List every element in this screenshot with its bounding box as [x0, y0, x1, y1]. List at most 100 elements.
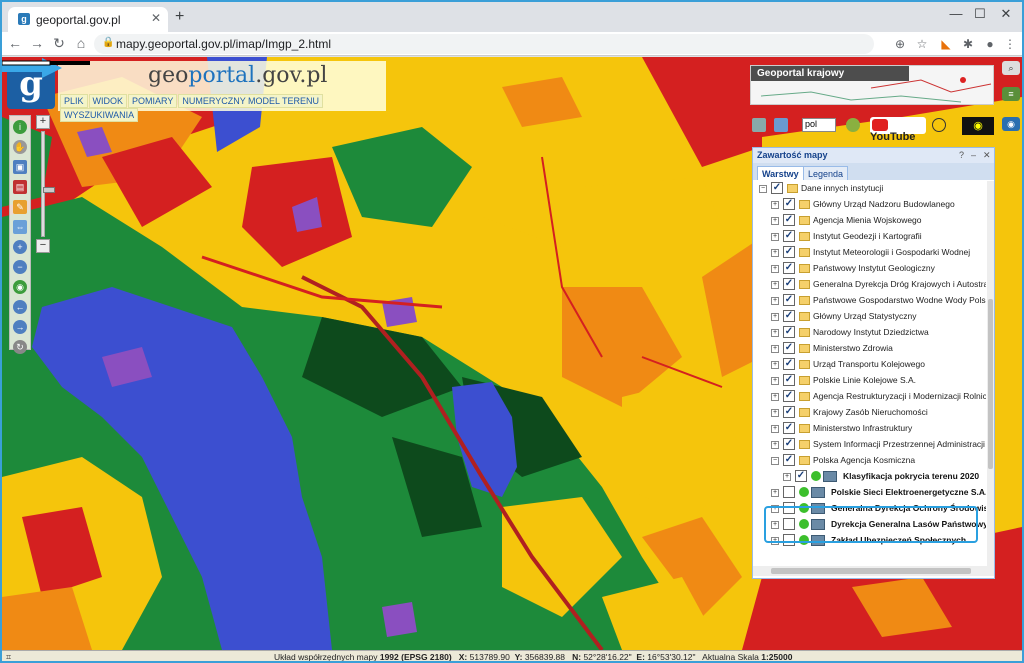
- zoom-track[interactable]: [41, 131, 55, 237]
- previous-view-icon[interactable]: ←: [13, 300, 27, 314]
- menu-nmt[interactable]: NUMERYCZNY MODEL TERENU: [178, 94, 324, 108]
- more-menu-icon[interactable]: ⋮: [1002, 36, 1018, 52]
- extensions-puzzle-icon[interactable]: ✱: [960, 36, 976, 52]
- layer-row[interactable]: + ✓ Agencja Restrukturyzacji i Modernizacj…: [753, 389, 986, 405]
- side-layers-icon[interactable]: ≡: [1002, 87, 1020, 101]
- layer-checkbox[interactable]: ✓: [783, 310, 795, 322]
- print-icon[interactable]: [752, 118, 766, 132]
- layer-row[interactable]: − ✓ Polska Agencja Kosmiczna: [753, 453, 986, 469]
- layer-checkbox[interactable]: ✓: [783, 406, 795, 418]
- close-tab-icon[interactable]: ✕: [151, 11, 161, 25]
- layer-checkbox[interactable]: ✓: [783, 278, 795, 290]
- expand-icon[interactable]: +: [771, 361, 779, 369]
- layer-checkbox[interactable]: ✓: [783, 246, 795, 258]
- address-bar[interactable]: 🔒 mapy.geoportal.gov.pl/imap/Imgp_2.html: [94, 34, 874, 54]
- layer-checkbox[interactable]: ✓: [795, 470, 807, 482]
- layer-checkbox[interactable]: ✓: [783, 326, 795, 338]
- home-icon[interactable]: ⌂: [72, 35, 90, 51]
- zoom-slider[interactable]: + −: [36, 115, 55, 255]
- panel-close-icon[interactable]: ✕: [983, 150, 991, 161]
- layer-checkbox[interactable]: ✓: [783, 294, 795, 306]
- layer-checkbox[interactable]: ✓: [783, 358, 795, 370]
- overview-map[interactable]: Geoportal krajowy: [750, 65, 994, 105]
- layer-checkbox[interactable]: ✓: [783, 454, 795, 466]
- layer-row[interactable]: + ✓ System Informacji Przestrzennej Admini…: [753, 437, 986, 453]
- expand-icon[interactable]: +: [771, 297, 779, 305]
- draw-pencil-icon[interactable]: ✎: [13, 200, 27, 214]
- menu-widok[interactable]: WIDOK: [88, 94, 128, 108]
- expand-icon[interactable]: +: [771, 313, 779, 321]
- panel-minimize-icon[interactable]: –: [971, 150, 976, 160]
- expand-icon[interactable]: +: [771, 281, 779, 289]
- map-icon[interactable]: [774, 118, 788, 132]
- layer-row[interactable]: + ✓ Instytut Meteorologii i Gospodarki Wod…: [753, 245, 986, 261]
- reload-icon[interactable]: ↻: [50, 35, 68, 52]
- layer-checkbox[interactable]: ✓: [783, 422, 795, 434]
- layer-row[interactable]: + ✓ Główny Urząd Nadzoru Budowlanego: [753, 197, 986, 213]
- youtube-button[interactable]: YouTube: [870, 117, 926, 143]
- layer-row[interactable]: + ✓ Instytut Geodezji i Kartografii: [753, 229, 986, 245]
- collapse-icon[interactable]: −: [771, 457, 779, 465]
- back-arrow-icon[interactable]: ←: [6, 35, 24, 51]
- expand-icon[interactable]: +: [783, 473, 791, 481]
- layer-checkbox[interactable]: ✓: [783, 214, 795, 226]
- side-eye-icon[interactable]: ◉: [1002, 117, 1020, 131]
- expand-icon[interactable]: +: [771, 345, 779, 353]
- zoom-knob[interactable]: [43, 187, 55, 193]
- bookmark-star-icon[interactable]: ☆: [914, 36, 930, 52]
- layer-tree-scrollbar[interactable]: [987, 181, 994, 566]
- select-icon[interactable]: ▣: [13, 160, 27, 174]
- expand-icon[interactable]: +: [771, 265, 779, 273]
- maximize-icon[interactable]: ☐: [970, 6, 990, 22]
- expand-icon[interactable]: +: [771, 217, 779, 225]
- zoom-plus-button[interactable]: +: [36, 115, 50, 129]
- expand-icon[interactable]: +: [771, 249, 779, 257]
- expand-icon[interactable]: +: [771, 201, 779, 209]
- layer-checkbox[interactable]: ✓: [783, 374, 795, 386]
- forward-arrow-icon[interactable]: →: [28, 35, 46, 51]
- menu-wyszukiwania[interactable]: WYSZUKIWANIA: [60, 108, 139, 122]
- expand-icon[interactable]: +: [771, 393, 779, 401]
- zoom-icon[interactable]: ⊕: [892, 36, 908, 52]
- zoom-out-icon[interactable]: −: [13, 260, 27, 274]
- layer-checkbox[interactable]: ✓: [783, 230, 795, 242]
- full-extent-globe-icon[interactable]: ◉: [13, 280, 27, 294]
- expand-icon[interactable]: +: [771, 489, 779, 497]
- expand-icon[interactable]: +: [771, 329, 779, 337]
- browser-tab[interactable]: g geoportal.gov.pl ✕: [8, 7, 168, 32]
- accessibility-icon[interactable]: [932, 118, 946, 132]
- refresh-map-icon[interactable]: ↻: [13, 340, 27, 354]
- layer-row[interactable]: + ✓ Ministerstwo Zdrowia: [753, 341, 986, 357]
- map-view[interactable]: g geoportal.gov.pl PLIK WIDOK POMIARY NUMER…: [2, 57, 1022, 650]
- zoom-in-icon[interactable]: +: [13, 240, 27, 254]
- expand-icon[interactable]: +: [771, 377, 779, 385]
- contrast-eye-icon[interactable]: ◉: [962, 117, 994, 135]
- layer-row[interactable]: − ✓ Dane innych instytucji: [753, 181, 986, 197]
- layer-row[interactable]: + ✓ Ministerstwo Infrastruktury: [753, 421, 986, 437]
- layer-row[interactable]: + ✓ Polskie Linie Kolejowe S.A.: [753, 373, 986, 389]
- layer-checkbox[interactable]: ✓: [783, 198, 795, 210]
- layer-row[interactable]: + ✓ Urząd Transportu Kolejowego: [753, 357, 986, 373]
- tab-warstwy[interactable]: Warstwy: [757, 166, 804, 180]
- profile-avatar-icon[interactable]: ●: [982, 36, 998, 52]
- layer-row[interactable]: + ✓ Generalna Dyrekcja Dróg Krajowych i Au…: [753, 277, 986, 293]
- layer-tree-hscrollbar[interactable]: [753, 566, 994, 576]
- print-area-icon[interactable]: ▤: [13, 180, 27, 194]
- measure-icon[interactable]: ⇔: [13, 220, 27, 234]
- layer-row[interactable]: + ✓ Główny Urząd Statystyczny: [753, 309, 986, 325]
- new-tab-icon[interactable]: +: [175, 8, 184, 26]
- tab-legenda[interactable]: Legenda: [803, 166, 849, 180]
- hscrollbar-thumb[interactable]: [771, 568, 971, 574]
- collapse-icon[interactable]: −: [759, 185, 767, 193]
- expand-icon[interactable]: +: [771, 425, 779, 433]
- layer-row[interactable]: + ✓ Krajowy Zasób Nieruchomości: [753, 405, 986, 421]
- menu-plik[interactable]: PLIK: [60, 94, 88, 108]
- rss-icon[interactable]: ◣: [938, 36, 954, 52]
- info-icon[interactable]: i: [13, 120, 27, 134]
- help-icon[interactable]: [846, 118, 860, 132]
- layer-checkbox[interactable]: ✓: [771, 182, 783, 194]
- layer-row[interactable]: + ✓ Agencja Mienia Wojskowego: [753, 213, 986, 229]
- minimize-icon[interactable]: —: [946, 6, 966, 21]
- layer-row[interactable]: + ✓ Klasyfikacja pokrycia terenu 2020: [753, 469, 986, 485]
- scrollbar-thumb[interactable]: [988, 299, 993, 469]
